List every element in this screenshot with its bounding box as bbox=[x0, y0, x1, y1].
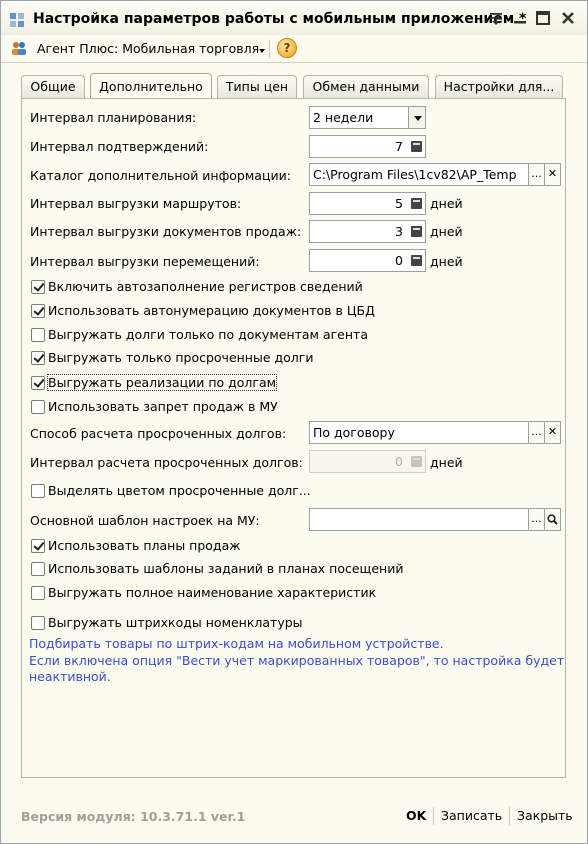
barcodes-label[interactable]: Выгружать штрихкоды номенклатуры bbox=[48, 615, 303, 630]
transfers-interval-label: Интервал выгрузки перемещений: bbox=[30, 254, 260, 269]
sales-docs-interval-input[interactable]: 3 bbox=[309, 220, 426, 243]
minimize-icon[interactable] bbox=[511, 9, 529, 27]
module-version: Версия модуля: 10.3.71.1 ver.1 bbox=[21, 809, 246, 824]
window-title: Настройка параметров работы с мобильным … bbox=[33, 11, 527, 27]
overdue-debts-only-checkbox[interactable] bbox=[31, 351, 45, 365]
task-templates-label[interactable]: Использовать шаблоны заданий в планах по… bbox=[48, 561, 403, 576]
help-button[interactable]: ? bbox=[277, 38, 297, 58]
title-bar: Настройка параметров работы с мобильным … bbox=[1, 1, 587, 35]
close-icon[interactable] bbox=[559, 9, 577, 27]
transfers-interval-input[interactable]: 0 bbox=[309, 249, 426, 272]
planning-interval-select[interactable]: 2 недели bbox=[309, 106, 409, 129]
overdue-unit: дней bbox=[430, 455, 463, 470]
highlight-overdue-checkbox[interactable] bbox=[31, 484, 45, 498]
save-button[interactable]: Записать bbox=[441, 808, 502, 823]
browse-ellipsis-button[interactable]: ... bbox=[528, 508, 545, 531]
maximize-icon[interactable] bbox=[534, 9, 552, 27]
info-line-2: Если включена опция "Вести учет маркиров… bbox=[29, 653, 565, 668]
catalog-label: Каталог дополнительной информации: bbox=[30, 168, 291, 183]
barcodes-checkbox[interactable] bbox=[31, 616, 45, 630]
clear-icon[interactable]: ✕ bbox=[544, 421, 561, 444]
sales-docs-unit: дней bbox=[430, 224, 463, 239]
footer: Версия модуля: 10.3.71.1 ver.1 OK Записа… bbox=[1, 801, 587, 833]
transfers-unit: дней bbox=[430, 254, 463, 269]
chevron-down-icon[interactable] bbox=[408, 106, 426, 129]
highlight-overdue-label[interactable]: Выделять цветом просроченные долг... bbox=[48, 483, 311, 498]
template-input[interactable] bbox=[309, 508, 529, 531]
tab-data-exchange[interactable]: Обмен данными bbox=[303, 75, 429, 98]
calculator-icon[interactable] bbox=[411, 198, 422, 209]
toolbar: Агент Плюс: Мобильная торговля ? bbox=[1, 35, 587, 63]
planning-interval-label: Интервал планирования: bbox=[30, 110, 197, 125]
autofill-registers-label[interactable]: Включить автозаполнение регистров сведен… bbox=[48, 279, 363, 294]
tab-settings-for[interactable]: Настройки для... bbox=[435, 75, 563, 98]
overdue-interval-label: Интервал расчета просроченных долгов: bbox=[30, 455, 303, 470]
agent-debts-only-label[interactable]: Выгружать долги только по документам аге… bbox=[48, 327, 368, 342]
sales-ban-label[interactable]: Использовать запрет продаж в МУ bbox=[48, 399, 278, 414]
overdue-method-input[interactable]: По договору bbox=[309, 421, 529, 444]
sales-ban-checkbox[interactable] bbox=[31, 400, 45, 414]
overdue-debts-only-label[interactable]: Выгружать только просроченные долги bbox=[48, 350, 313, 365]
search-icon[interactable] bbox=[544, 508, 561, 531]
calculator-icon[interactable] bbox=[411, 255, 422, 266]
menu-icon[interactable] bbox=[487, 9, 505, 27]
full-characteristics-label[interactable]: Выгружать полное наименование характерис… bbox=[48, 585, 376, 600]
calculator-icon[interactable] bbox=[411, 141, 422, 152]
clear-icon[interactable]: ✕ bbox=[544, 163, 561, 186]
toolbar-divider bbox=[269, 40, 270, 58]
overdue-method-label: Способ расчета просроченных долгов: bbox=[30, 426, 287, 441]
chevron-down-icon[interactable] bbox=[259, 49, 265, 53]
browse-ellipsis-button[interactable]: ... bbox=[528, 163, 545, 186]
catalog-input[interactable]: C:\Program Files\1cv82\AP_Temp bbox=[309, 163, 529, 186]
agent-plus-menu[interactable]: Агент Плюс: Мобильная торговля bbox=[37, 41, 259, 56]
full-characteristics-checkbox[interactable] bbox=[31, 586, 45, 600]
browse-ellipsis-button[interactable]: ... bbox=[528, 421, 545, 444]
routes-interval-label: Интервал выгрузки маршрутов: bbox=[30, 196, 242, 211]
confirmation-interval-label: Интервал подтверждений: bbox=[30, 139, 209, 154]
debt-sales-label[interactable]: Выгружать реализации по долгам bbox=[46, 374, 278, 391]
auto-numbering-checkbox[interactable] bbox=[31, 304, 45, 318]
settings-window: Настройка параметров работы с мобильным … bbox=[0, 0, 588, 844]
tab-price-types[interactable]: Типы цен bbox=[217, 75, 297, 98]
sales-plans-checkbox[interactable] bbox=[31, 539, 45, 553]
app-grid-icon bbox=[10, 13, 24, 27]
ok-button[interactable]: OK bbox=[406, 808, 426, 823]
info-line-1: Подбирать товары по штрих-кодам на мобил… bbox=[29, 636, 444, 651]
sales-plans-label[interactable]: Использовать планы продаж bbox=[48, 538, 241, 553]
tab-general[interactable]: Общие bbox=[21, 75, 85, 98]
footer-divider bbox=[433, 807, 434, 825]
auto-numbering-label[interactable]: Использовать автонумерацию документов в … bbox=[48, 303, 375, 318]
people-icon bbox=[12, 42, 26, 55]
sales-docs-interval-label: Интервал выгрузки документов продаж: bbox=[30, 224, 302, 239]
routes-interval-input[interactable]: 5 bbox=[309, 192, 426, 215]
agent-debts-only-checkbox[interactable] bbox=[31, 328, 45, 342]
info-line-3: неактивной. bbox=[29, 669, 111, 684]
confirmation-interval-input[interactable]: 7 bbox=[309, 135, 426, 158]
calculator-icon bbox=[411, 456, 422, 467]
task-templates-checkbox[interactable] bbox=[31, 562, 45, 576]
autofill-registers-checkbox[interactable] bbox=[31, 280, 45, 294]
calculator-icon[interactable] bbox=[411, 226, 422, 237]
template-label: Основной шаблон настроек на МУ: bbox=[30, 513, 260, 528]
routes-unit: дней bbox=[430, 196, 463, 211]
footer-divider bbox=[509, 807, 510, 825]
tab-additional[interactable]: Дополнительно bbox=[90, 73, 212, 98]
close-button[interactable]: Закрыть bbox=[517, 808, 573, 823]
debt-sales-checkbox[interactable] bbox=[31, 376, 45, 390]
overdue-interval-input: 0 bbox=[309, 450, 426, 473]
